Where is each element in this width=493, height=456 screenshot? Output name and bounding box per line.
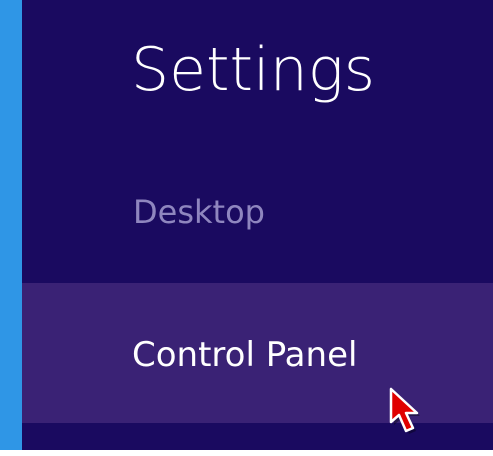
control-panel-label: Control Panel <box>132 335 358 375</box>
page-title: Settings <box>131 35 376 105</box>
settings-charm-pane: Settings Desktop Control Panel <box>0 0 493 450</box>
section-header-desktop: Desktop <box>133 193 265 231</box>
accent-edge <box>0 0 22 450</box>
arrow-pointer-icon <box>389 387 420 434</box>
